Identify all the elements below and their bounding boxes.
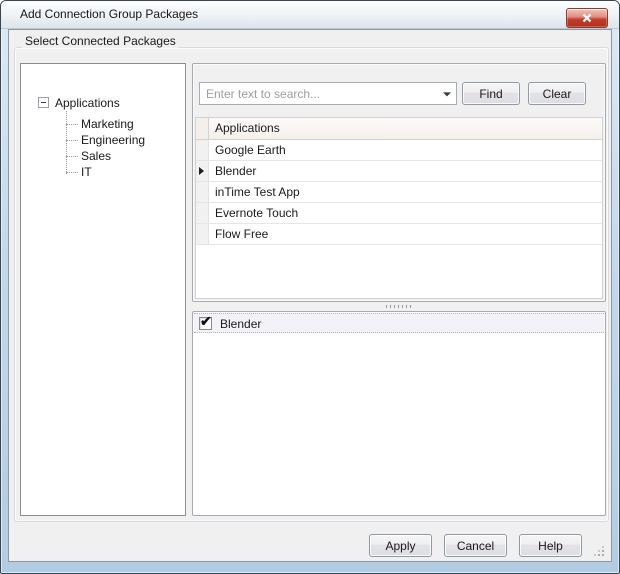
selected-package-blender[interactable]: ✔ Blender xyxy=(194,313,604,333)
grid-header-indicator-cell xyxy=(196,118,209,139)
available-packages-panel: Find Clear Applications Google EarthBlen… xyxy=(192,63,606,302)
tree-item-it[interactable]: IT xyxy=(21,164,185,180)
grid-cell: Blender xyxy=(209,161,602,181)
window-title: Add Connection Group Packages xyxy=(20,1,198,28)
checkbox[interactable]: ✔ xyxy=(199,317,212,330)
dialog-window: Add Connection Group Packages Select Con… xyxy=(0,0,620,574)
checkmark-icon: ✔ xyxy=(200,314,212,328)
tree-item-applications[interactable]: Applications xyxy=(21,95,185,111)
chevron-down-icon xyxy=(443,92,451,96)
tree-item-sales[interactable]: Sales xyxy=(21,148,185,164)
tree-item-label: Engineering xyxy=(81,133,145,147)
row-indicator-cell xyxy=(196,182,209,202)
cancel-button[interactable]: Cancel xyxy=(444,534,507,557)
clear-button[interactable]: Clear xyxy=(528,82,586,105)
row-indicator-cell xyxy=(196,203,209,223)
selected-package-label: Blender xyxy=(220,317,261,331)
help-button[interactable]: Help xyxy=(519,534,582,557)
close-button[interactable] xyxy=(566,8,608,28)
splitter-grip-icon xyxy=(386,305,412,308)
current-row-arrow-icon xyxy=(199,167,204,175)
tree-item-label: Sales xyxy=(81,149,111,163)
grid-row-flow-free[interactable]: Flow Free xyxy=(196,224,602,245)
tree-item-marketing[interactable]: Marketing xyxy=(21,116,185,132)
grid-row-intime-test-app[interactable]: inTime Test App xyxy=(196,182,602,203)
selected-packages-panel: ✔ Blender xyxy=(192,311,606,516)
grid-cell: Google Earth xyxy=(209,140,602,160)
dialog-client: Select Connected Packages Applications M… xyxy=(8,29,612,562)
find-button[interactable]: Find xyxy=(462,82,520,105)
grid-header-row[interactable]: Applications xyxy=(196,118,602,140)
tree-item-engineering[interactable]: Engineering xyxy=(21,132,185,148)
row-indicator-cell xyxy=(196,140,209,160)
resize-grip[interactable] xyxy=(594,546,605,557)
grid-row-evernote-touch[interactable]: Evernote Touch xyxy=(196,203,602,224)
collapse-minus-icon[interactable] xyxy=(38,97,49,108)
tree-item-label: IT xyxy=(81,165,92,179)
groupbox-label: Select Connected Packages xyxy=(22,34,179,48)
search-combobox[interactable] xyxy=(199,82,457,105)
apply-button[interactable]: Apply xyxy=(369,534,432,557)
grid-cell: Flow Free xyxy=(209,224,602,244)
grid-header-label: Applications xyxy=(209,118,602,139)
grid-row-blender[interactable]: Blender xyxy=(196,161,602,182)
grid-body: Google EarthBlenderinTime Test AppEverno… xyxy=(196,140,602,245)
package-category-tree: Applications Marketing Engineering Sales IT xyxy=(20,63,186,516)
tree-root-label: Applications xyxy=(55,96,120,110)
applications-grid: Applications Google EarthBlenderinTime T… xyxy=(195,117,603,299)
search-input[interactable] xyxy=(200,83,438,104)
tree-children: Marketing Engineering Sales IT xyxy=(21,116,185,180)
splitter[interactable] xyxy=(192,302,606,311)
close-icon xyxy=(582,14,593,23)
grid-row-google-earth[interactable]: Google Earth xyxy=(196,140,602,161)
tree-item-label: Marketing xyxy=(81,117,134,131)
combo-dropdown-button[interactable] xyxy=(437,83,456,104)
row-indicator-cell xyxy=(196,161,209,181)
grid-cell: Evernote Touch xyxy=(209,203,602,223)
titlebar[interactable]: Add Connection Group Packages xyxy=(1,1,619,29)
selected-packages-list: ✔ Blender xyxy=(193,313,605,333)
row-indicator-cell xyxy=(196,224,209,244)
grid-cell: inTime Test App xyxy=(209,182,602,202)
